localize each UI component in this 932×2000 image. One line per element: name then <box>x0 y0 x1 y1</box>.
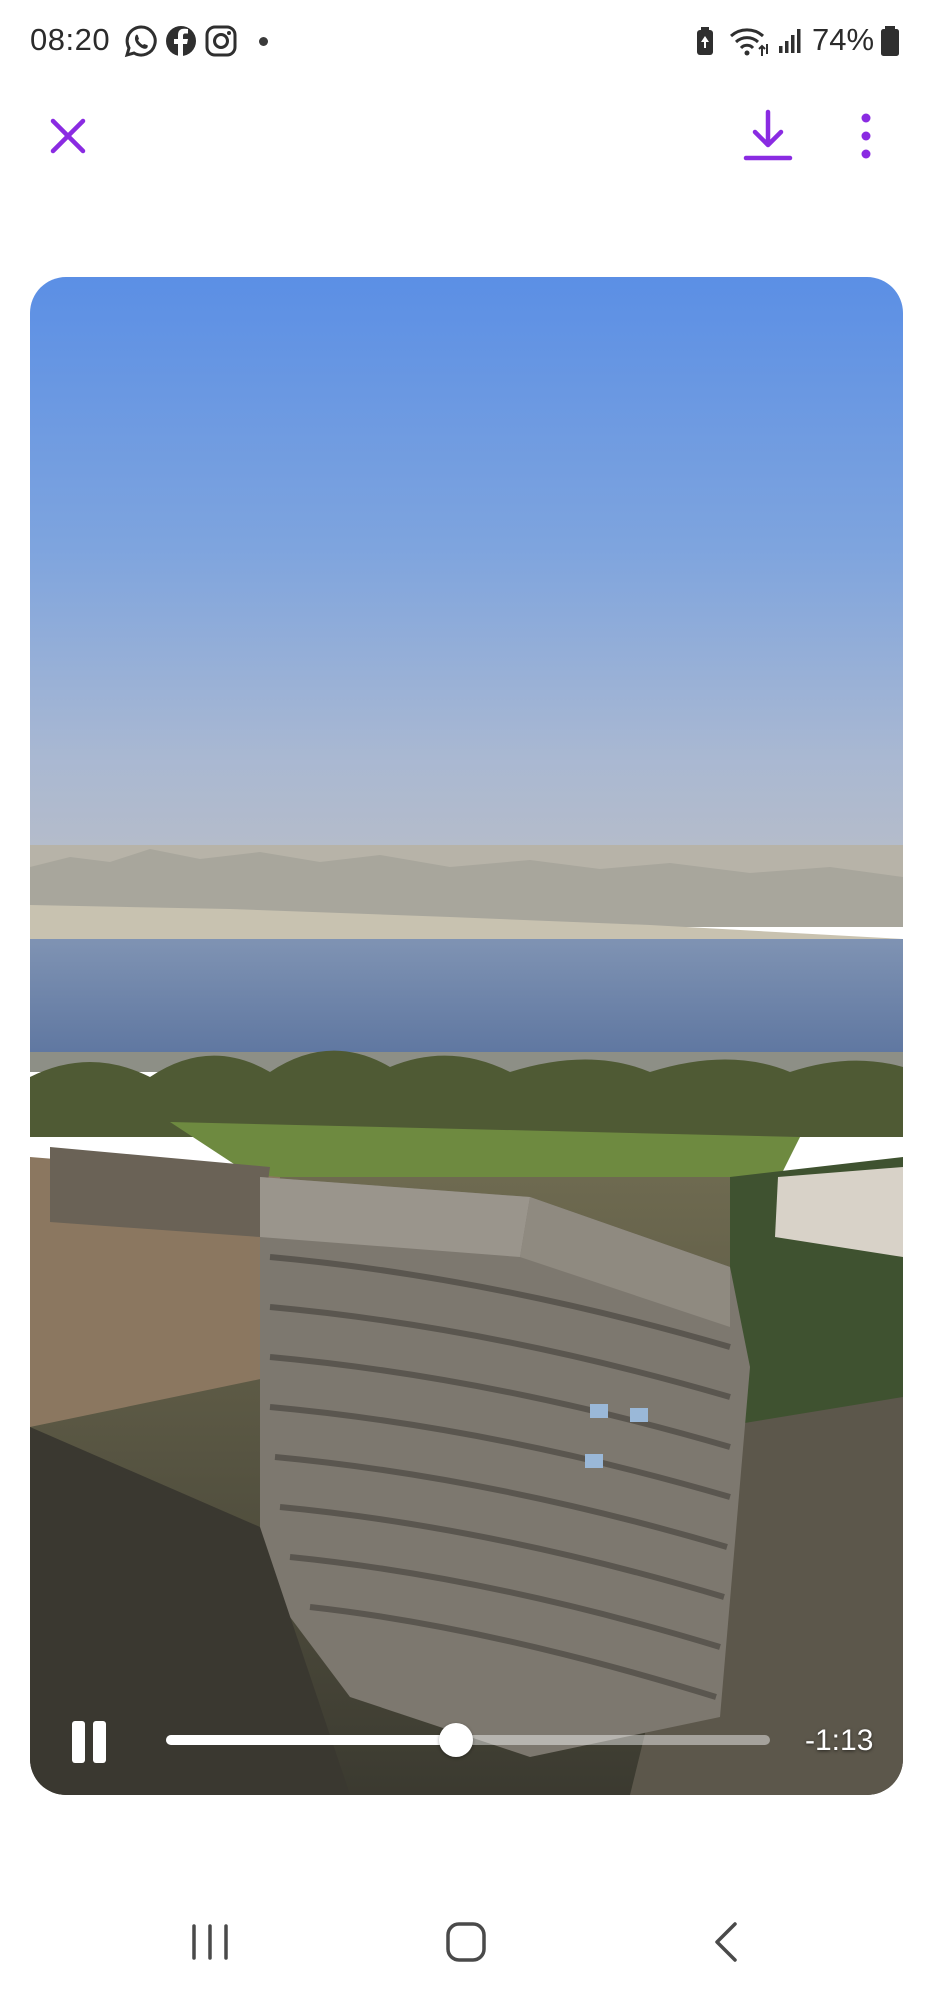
video-player[interactable]: -1:13 <box>30 277 903 1795</box>
seek-thumb[interactable] <box>438 1723 473 1757</box>
home-button[interactable] <box>432 1912 500 1972</box>
video-frame <box>30 277 903 1795</box>
download-button[interactable] <box>738 104 798 168</box>
back-icon <box>715 1922 737 1962</box>
whatsapp-icon <box>124 25 157 58</box>
recent-apps-button[interactable] <box>178 1912 242 1972</box>
download-icon <box>743 109 793 161</box>
battery-icon <box>881 26 899 56</box>
battery-percentage: 74% <box>812 22 875 57</box>
dot-icon <box>259 37 268 46</box>
pause-button[interactable] <box>64 1717 114 1771</box>
instagram-icon <box>205 25 237 57</box>
seek-bar[interactable] <box>166 1723 770 1757</box>
battery-saver-icon <box>697 27 713 55</box>
facebook-icon <box>166 26 196 56</box>
more-vertical-icon <box>861 113 871 159</box>
pause-icon <box>72 1721 85 1763</box>
status-bar: 08:20 74% <box>0 0 932 86</box>
signal-icon <box>779 29 801 53</box>
home-icon <box>446 1922 486 1962</box>
back-button[interactable] <box>700 1912 752 1972</box>
more-options-button[interactable] <box>846 104 886 168</box>
wifi-icon <box>730 28 768 56</box>
seek-progress <box>166 1735 456 1745</box>
recent-apps-icon <box>192 1924 228 1960</box>
status-time: 08:20 <box>30 22 111 57</box>
close-button[interactable] <box>40 108 96 164</box>
close-icon <box>50 118 86 154</box>
